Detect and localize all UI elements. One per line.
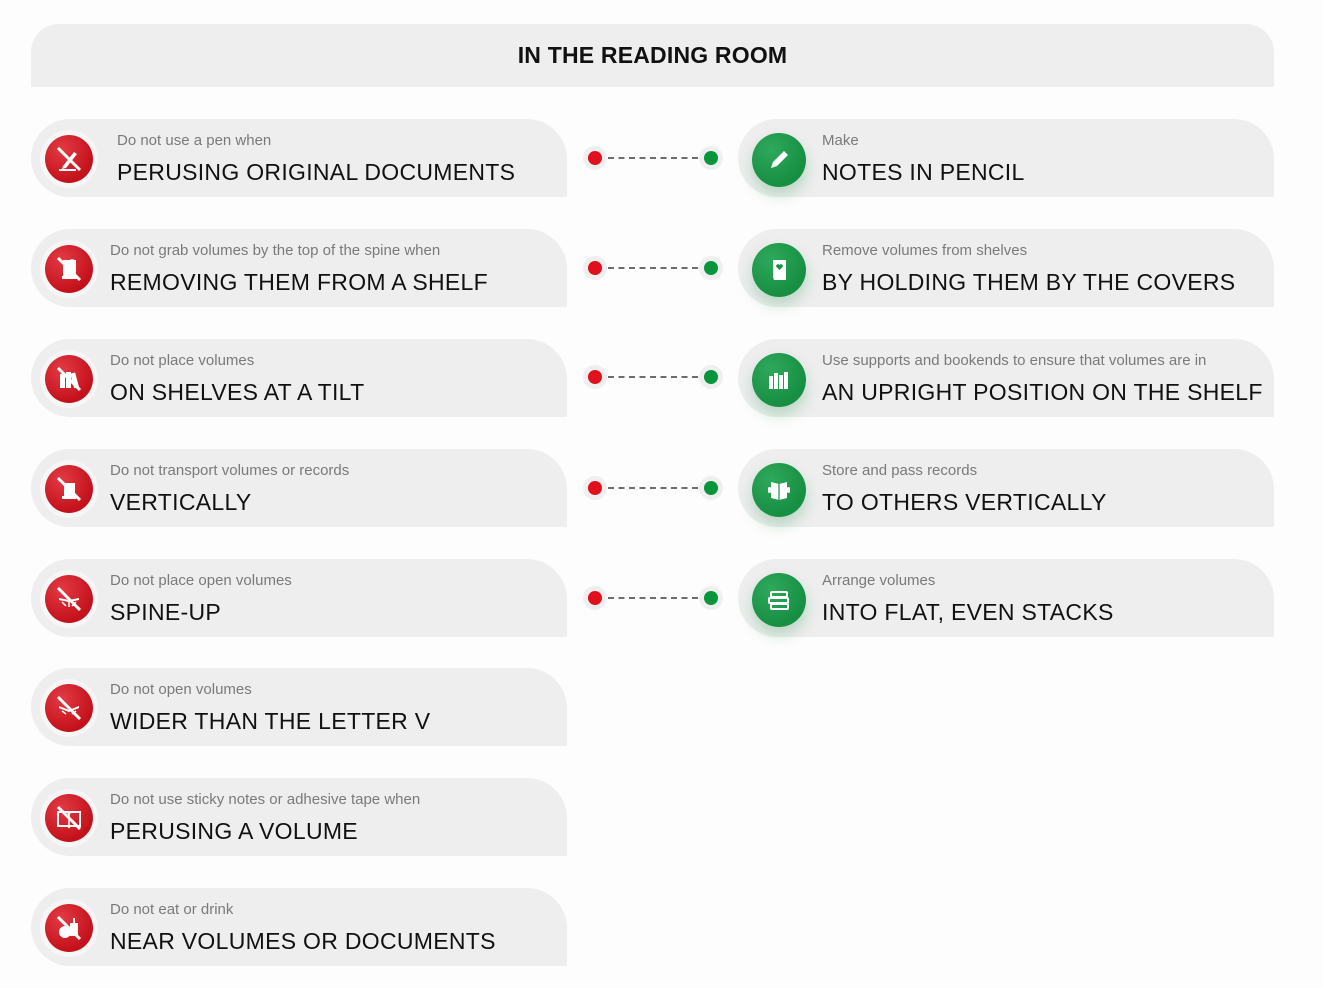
no-tilted-books-icon — [45, 355, 93, 403]
book-stack-icon — [752, 573, 806, 627]
dont-main: PERUSING ORIGINAL DOCUMENTS — [117, 159, 516, 185]
dont-sub: Do not use sticky notes or adhesive tape… — [110, 791, 421, 808]
dont-main: WIDER THAN THE LETTER V — [110, 708, 431, 734]
do-sub: Make — [822, 132, 859, 149]
dont-card: Do not use a pen when PERUSING ORIGINAL … — [31, 119, 567, 197]
dont-card: Do not place open volumes SPINE-UP — [31, 559, 567, 637]
green-dot-icon — [704, 481, 718, 495]
green-dot-icon — [704, 370, 718, 384]
no-spine-up-icon — [45, 575, 93, 623]
do-sub: Use supports and bookends to ensure that… — [822, 352, 1207, 369]
dont-main: SPINE-UP — [110, 599, 222, 625]
dont-card: Do not eat or drink NEAR VOLUMES OR DOCU… — [31, 888, 567, 966]
dont-card: Do not transport volumes or records VERT… — [31, 449, 567, 527]
no-sticky-notes-icon — [45, 794, 93, 842]
pair-connector — [583, 476, 723, 500]
upright-books-icon — [752, 353, 806, 407]
dont-sub: Do not open volumes — [110, 681, 252, 698]
no-food-drink-icon — [45, 904, 93, 952]
dashed-line — [608, 487, 698, 489]
dont-card: Do not place volumes ON SHELVES AT A TIL… — [31, 339, 567, 417]
dashed-line — [608, 376, 698, 378]
dont-card: Do not open volumes WIDER THAN THE LETTE… — [31, 668, 567, 746]
do-main: BY HOLDING THEM BY THE COVERS — [822, 269, 1236, 295]
no-pen-icon — [45, 135, 93, 183]
red-dot-icon — [588, 151, 602, 165]
dashed-line — [608, 597, 698, 599]
no-spine-grab-icon — [45, 245, 93, 293]
green-dot-icon — [704, 151, 718, 165]
green-dot-icon — [704, 591, 718, 605]
dont-main: REMOVING THEM FROM A SHELF — [110, 269, 488, 295]
dont-card: Do not use sticky notes or adhesive tape… — [31, 778, 567, 856]
red-dot-icon — [588, 370, 602, 384]
no-wide-open-icon — [45, 684, 93, 732]
do-main: AN UPRIGHT POSITION ON THE SHELF — [822, 379, 1263, 405]
red-dot-icon — [588, 261, 602, 275]
red-dot-icon — [588, 591, 602, 605]
do-card: Make NOTES IN PENCIL — [738, 119, 1274, 197]
do-sub: Remove volumes from shelves — [822, 242, 1028, 259]
pair-connector — [583, 256, 723, 280]
do-card: Use supports and bookends to ensure that… — [738, 339, 1274, 417]
do-card: Remove volumes from shelves BY HOLDING T… — [738, 229, 1274, 307]
dashed-line — [608, 267, 698, 269]
dont-sub: Do not place open volumes — [110, 572, 292, 589]
do-main: INTO FLAT, EVEN STACKS — [822, 599, 1114, 625]
dont-card: Do not grab volumes by the top of the sp… — [31, 229, 567, 307]
dont-main: PERUSING A VOLUME — [110, 818, 358, 844]
green-dot-icon — [704, 261, 718, 275]
title-banner: IN THE READING ROOM — [31, 24, 1274, 87]
do-sub: Arrange volumes — [822, 572, 936, 589]
do-card: Arrange volumes INTO FLAT, EVEN STACKS — [738, 559, 1274, 637]
dont-main: VERTICALLY — [110, 489, 252, 515]
do-sub: Store and pass records — [822, 462, 978, 479]
dont-sub: Do not transport volumes or records — [110, 462, 350, 479]
do-main: TO OTHERS VERTICALLY — [822, 489, 1107, 515]
pair-connector — [583, 365, 723, 389]
book-cover-icon — [752, 243, 806, 297]
dont-main: NEAR VOLUMES OR DOCUMENTS — [110, 928, 496, 954]
dashed-line — [608, 157, 698, 159]
pencil-icon — [752, 133, 806, 187]
pair-connector — [583, 146, 723, 170]
do-main: NOTES IN PENCIL — [822, 159, 1025, 185]
page-title: IN THE READING ROOM — [517, 42, 788, 68]
do-card: Store and pass records TO OTHERS VERTICA… — [738, 449, 1274, 527]
no-vertical-transport-icon — [45, 465, 93, 513]
dont-sub: Do not place volumes — [110, 352, 255, 369]
dont-main: ON SHELVES AT A TILT — [110, 379, 365, 405]
red-dot-icon — [588, 481, 602, 495]
dont-sub: Do not grab volumes by the top of the sp… — [110, 242, 441, 259]
open-book-hands-icon — [752, 463, 806, 517]
dont-sub: Do not use a pen when — [117, 132, 272, 149]
dont-sub: Do not eat or drink — [110, 901, 234, 918]
pair-connector — [583, 586, 723, 610]
